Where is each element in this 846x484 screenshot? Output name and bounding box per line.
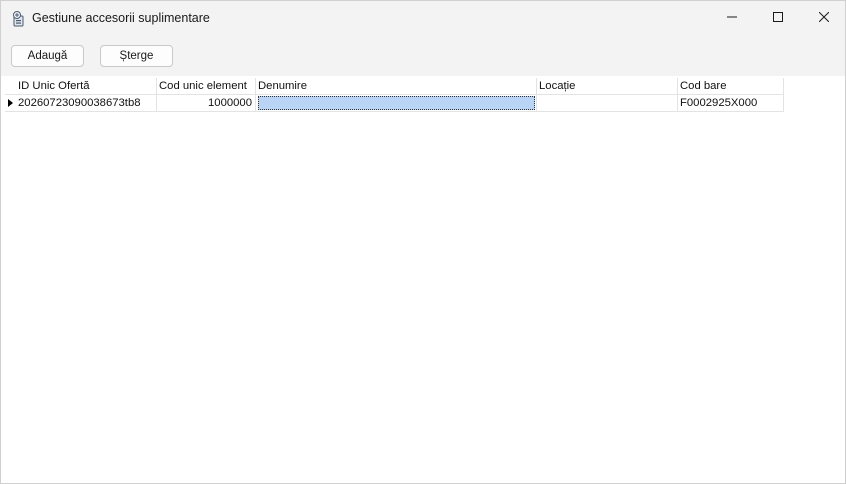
column-header-cod-unic-element[interactable]: Cod unic element bbox=[157, 78, 256, 95]
minimize-icon bbox=[727, 11, 737, 25]
close-icon bbox=[818, 11, 830, 25]
grid-header-row: ID Unic Ofertă Cod unic element Denumire… bbox=[5, 78, 784, 95]
column-header-denumire[interactable]: Denumire bbox=[256, 78, 537, 95]
delete-button[interactable]: Șterge bbox=[100, 45, 173, 67]
window-title: Gestiune accesorii suplimentare bbox=[32, 11, 210, 25]
maximize-icon bbox=[773, 11, 783, 25]
close-button[interactable] bbox=[801, 1, 846, 35]
data-grid[interactable]: ID Unic Ofertă Cod unic element Denumire… bbox=[5, 78, 784, 112]
cell-cod-unic-element[interactable]: 1000000 bbox=[157, 95, 256, 112]
cell-locatie[interactable] bbox=[537, 95, 678, 112]
title-bar[interactable]: Gestiune accesorii suplimentare bbox=[1, 1, 845, 35]
app-icon bbox=[10, 10, 26, 27]
toolbar: Adaugă Șterge bbox=[1, 35, 845, 76]
column-header-locatie[interactable]: Locație bbox=[537, 78, 678, 95]
main-window: Gestiune accesorii suplimentare Adaugă Ș… bbox=[0, 0, 846, 484]
add-button[interactable]: Adaugă bbox=[11, 45, 84, 67]
row-header[interactable] bbox=[5, 95, 16, 112]
current-row-arrow-icon bbox=[8, 99, 13, 107]
cell-cod-bare[interactable]: F0002925X000 bbox=[678, 95, 784, 112]
row-header-corner bbox=[5, 78, 16, 95]
maximize-button[interactable] bbox=[755, 1, 801, 35]
column-header-cod-bare[interactable]: Cod bare bbox=[678, 78, 784, 95]
column-header-id-unic-oferta[interactable]: ID Unic Ofertă bbox=[16, 78, 157, 95]
cell-id-unic-oferta[interactable]: 20260723090038673tb8 bbox=[16, 95, 157, 112]
minimize-button[interactable] bbox=[709, 1, 755, 35]
selected-cell-highlight bbox=[258, 96, 535, 110]
